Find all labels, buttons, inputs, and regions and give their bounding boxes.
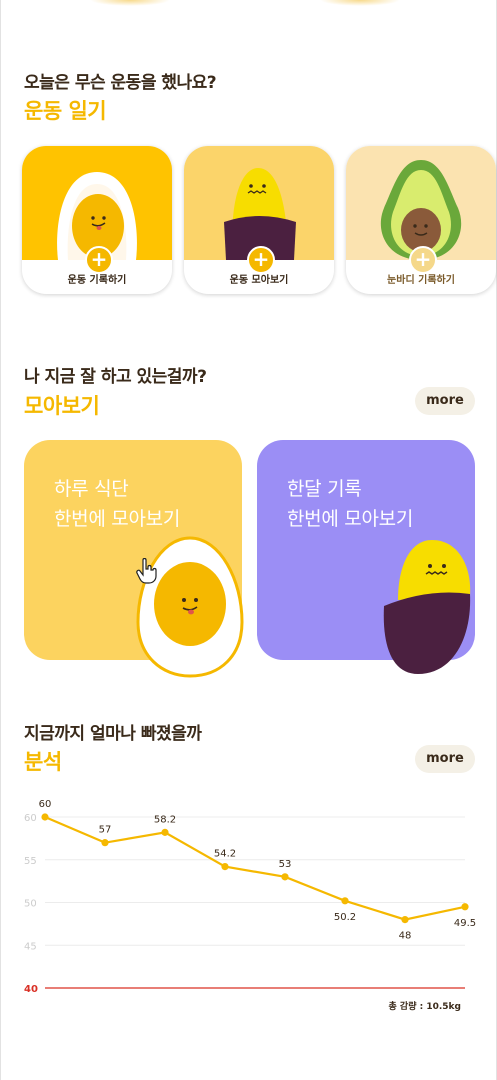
card-label: 운동 모아보기 [229,275,289,286]
avocado-illustration [346,146,496,260]
data-point [161,828,169,836]
collection-more-button[interactable]: more [415,387,475,415]
data-label: 60 [39,799,52,810]
data-point [281,873,289,881]
data-label: 58.2 [154,814,176,825]
tile-line1: 한달 기록 [287,478,362,500]
y-tick-label: 60 [24,813,37,824]
analysis-title: 분석 [24,750,62,774]
data-point [221,862,229,871]
data-point [341,897,349,905]
exercise-collection-card[interactable]: + 운동 모아보기 [184,146,334,294]
sweet-potato-illustration [184,146,334,260]
hand-cursor-icon [136,558,157,584]
sweet-potato-tile-illustration [383,540,471,674]
total-loss-label: 총 감량 : 10.5kg [388,1002,461,1012]
card-label: 눈바디 기록하기 [387,275,455,286]
data-label: 54.2 [214,849,236,860]
data-label: 49.5 [454,918,476,929]
egg-illustration [22,146,172,260]
data-label: 50.2 [334,912,356,923]
data-point [461,903,469,911]
collection-subtitle: 나 지금 잘 하고 있는걸까? [24,367,207,387]
y-tick-label: 50 [24,899,37,910]
y-tick-label: 55 [24,856,37,867]
tile-line2: 한번에 모아보기 [287,508,414,530]
add-collection-icon[interactable]: + [247,246,275,274]
eye-body-record-card[interactable]: + 눈바디 기록하기 [346,146,496,294]
weight-line-chart: 60 55 50 45 40 60 57 58.2 54.2 53 50.2 48 49.5 [24,799,476,995]
analysis-more-button[interactable]: more [415,745,475,773]
tile-line2: 한번에 모아보기 [54,508,181,530]
diary-subtitle: 오늘은 무슨 운동을 했나요? [24,73,217,93]
data-point [41,813,49,821]
exercise-record-card[interactable]: + 운동 기록하기 [22,146,172,294]
tile-line1: 하루 식단 [54,478,129,500]
card-label: 운동 기록하기 [67,275,127,286]
y-tick-label: 45 [24,941,37,952]
analysis-subtitle: 지금까지 얼마나 빠졌을까 [24,724,202,744]
top-decoration [320,0,400,6]
y-tick-label: 40 [24,984,38,995]
data-point [101,839,109,847]
top-decoration [90,0,170,6]
data-point [401,916,409,924]
diary-title: 운동 일기 [24,99,107,123]
add-eye-body-icon[interactable]: + [409,246,437,274]
data-label: 48 [399,931,412,942]
collection-title: 모아보기 [24,394,100,418]
data-label: 53 [279,859,292,870]
add-exercise-icon[interactable]: + [85,246,113,274]
data-label: 57 [99,825,112,836]
egg-tile-illustration [136,536,244,678]
